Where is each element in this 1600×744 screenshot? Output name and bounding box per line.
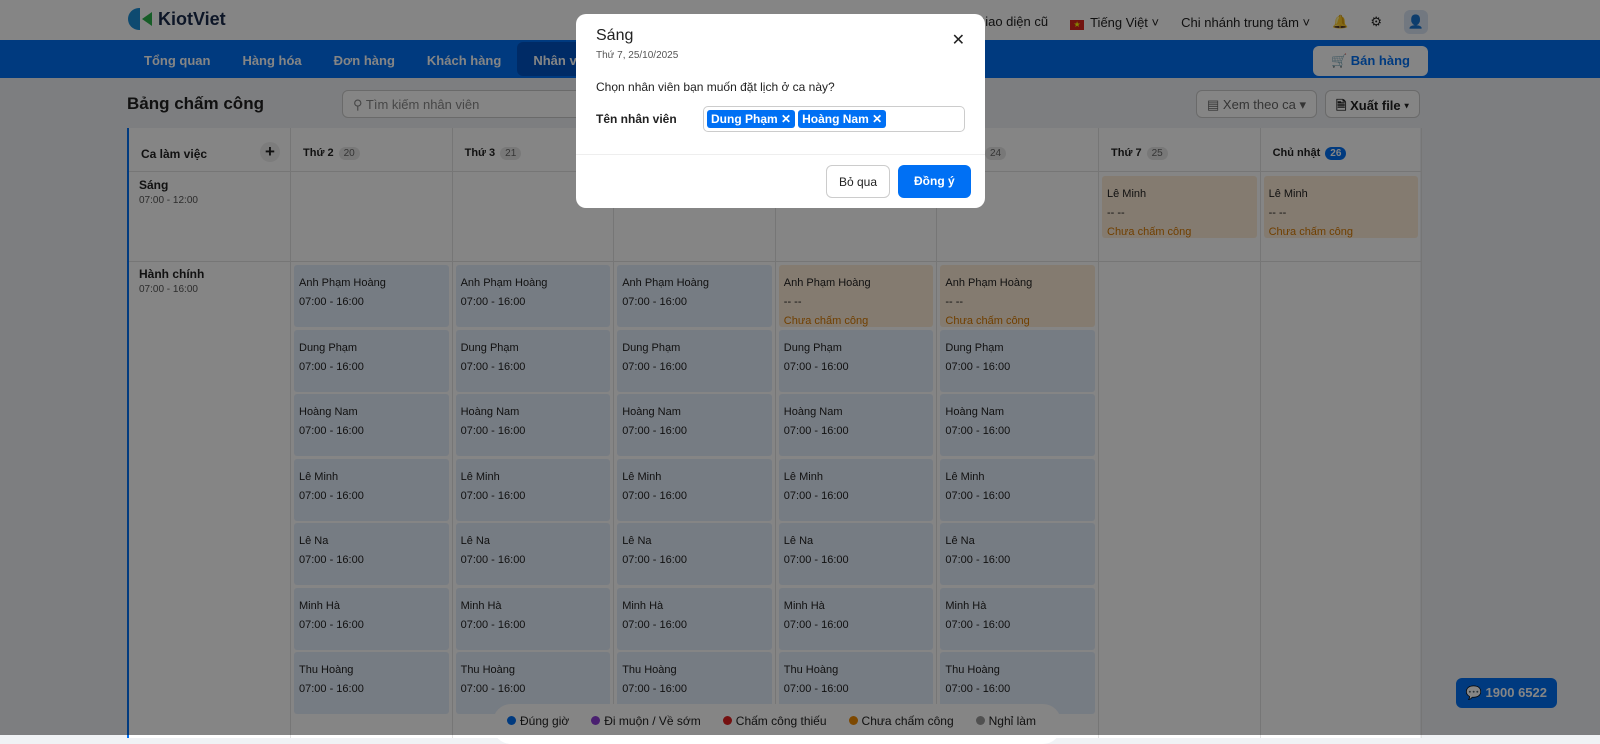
employee-field-label: Tên nhân viên	[596, 112, 677, 126]
modal-subtitle: Thứ 7, 25/10/2025	[596, 50, 679, 61]
employee-tag: Dung Phạm ✕	[707, 110, 796, 128]
employee-multiselect[interactable]: Dung Phạm ✕ Hoàng Nam ✕	[703, 106, 965, 132]
schedule-modal: Sáng Thứ 7, 25/10/2025 ✕ Chọn nhân viên …	[576, 14, 985, 208]
modal-title: Sáng	[596, 27, 634, 44]
modal-divider	[576, 154, 985, 155]
remove-tag-icon[interactable]: ✕	[781, 112, 791, 126]
modal-question: Chọn nhân viên bạn muốn đặt lịch ở ca nà…	[596, 80, 835, 94]
tag-label: Hoàng Nam	[802, 112, 869, 126]
tag-label: Dung Phạm	[711, 112, 778, 126]
cancel-button[interactable]: Bỏ qua	[826, 165, 891, 198]
confirm-button[interactable]: Đồng ý	[898, 165, 971, 198]
close-icon[interactable]: ✕	[952, 30, 965, 50]
employee-tag: Hoàng Nam ✕	[798, 110, 887, 128]
remove-tag-icon[interactable]: ✕	[872, 112, 882, 126]
